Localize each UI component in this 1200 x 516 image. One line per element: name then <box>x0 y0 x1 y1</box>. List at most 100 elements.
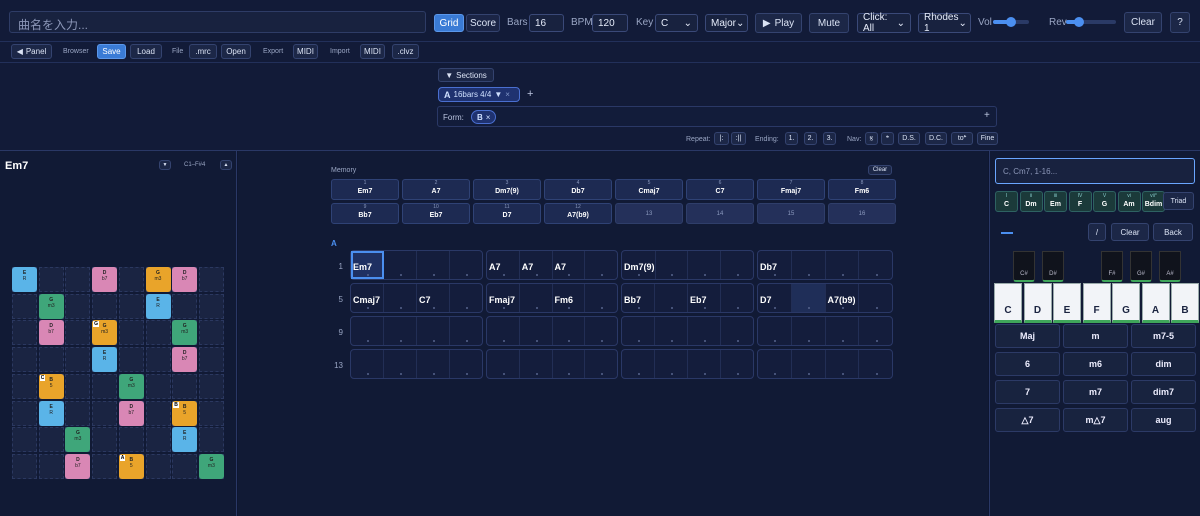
piano-black-key[interactable]: D# <box>1042 251 1064 282</box>
fret-note[interactable]: Gm3 <box>118 373 144 399</box>
fret-cell[interactable] <box>38 427 64 453</box>
coda-button[interactable]: 𝄌 <box>881 132 894 145</box>
fret-note[interactable]: ER <box>172 427 198 453</box>
beat-cell[interactable] <box>351 350 384 378</box>
fret-cell[interactable] <box>12 453 37 479</box>
beat-cell[interactable] <box>417 350 450 378</box>
memory-slot[interactable]: 16 <box>828 203 896 224</box>
measure[interactable] <box>350 349 483 379</box>
fret-cell[interactable] <box>65 293 91 319</box>
beat-cell[interactable] <box>721 284 753 312</box>
fret-cell[interactable] <box>12 320 37 346</box>
piano-black-key[interactable]: A# <box>1159 251 1181 282</box>
memory-slot[interactable]: 15 <box>757 203 825 224</box>
key-select[interactable]: C ⌄ <box>655 14 698 32</box>
octave-up-button[interactable]: ▲ <box>220 160 232 170</box>
fret-cell[interactable] <box>145 373 171 399</box>
chord-quality-button[interactable]: dim <box>1131 352 1196 376</box>
beat-cell[interactable] <box>384 350 417 378</box>
ending-1-button[interactable]: 1. <box>785 132 798 145</box>
beat-cell[interactable] <box>585 251 617 279</box>
fret-cell[interactable] <box>145 400 171 426</box>
fret-cell[interactable] <box>198 347 224 373</box>
form-chip[interactable]: B × <box>471 110 497 124</box>
fret-cell[interactable] <box>198 320 224 346</box>
memory-slot[interactable]: 11 D7 <box>473 203 541 224</box>
chord-quality-button[interactable]: aug <box>1131 408 1196 432</box>
beat-cell[interactable]: Cmaj7 <box>351 284 384 312</box>
chord-input[interactable]: C, Cm7, 1-16... <box>995 158 1195 184</box>
beat-cell[interactable] <box>758 350 792 378</box>
octave-down-button[interactable]: ▼ <box>159 160 171 170</box>
import-midi-button[interactable]: MIDI <box>360 44 385 59</box>
clear-button[interactable]: Clear <box>1124 12 1162 33</box>
memory-slot[interactable]: 8 Fm6 <box>828 179 896 200</box>
repeat-close-button[interactable]: :|| <box>731 132 746 145</box>
memory-slot[interactable]: 6 C7 <box>686 179 754 200</box>
triad-button[interactable]: Triad <box>1163 192 1194 210</box>
back-button[interactable]: Back <box>1153 223 1193 241</box>
memory-slot[interactable]: 5 Cmaj7 <box>615 179 683 200</box>
beat-cell[interactable] <box>656 251 689 279</box>
beat-cell[interactable] <box>450 317 482 345</box>
fret-note[interactable]: B5C <box>38 373 64 399</box>
piano-white-key[interactable]: G <box>1112 283 1140 323</box>
beat-cell[interactable] <box>520 284 553 312</box>
beat-cell[interactable] <box>859 350 892 378</box>
piano-white-key[interactable]: A <box>1141 283 1170 323</box>
vol-slider[interactable] <box>993 17 1029 27</box>
fret-note[interactable]: Gm3 <box>38 293 64 319</box>
grid-view-button[interactable]: Grid <box>434 14 464 32</box>
play-button[interactable]: ▶ Play <box>755 13 802 33</box>
beat-cell[interactable]: Dm7(9) <box>622 251 656 279</box>
beat-cell[interactable]: Em7 <box>351 251 384 279</box>
close-icon[interactable]: × <box>486 113 491 122</box>
caret-icon[interactable]: ▼ <box>494 90 502 99</box>
fret-cell[interactable] <box>12 347 37 373</box>
beat-cell[interactable] <box>450 251 482 279</box>
repeat-open-button[interactable]: |: <box>714 132 729 145</box>
beat-cell[interactable]: Eb7 <box>688 284 721 312</box>
fret-cell[interactable] <box>172 453 198 479</box>
measure[interactable]: A7 A7 A7 <box>486 250 618 280</box>
open-button[interactable]: Open <box>221 44 251 59</box>
chord-quality-button[interactable]: Maj <box>995 324 1060 348</box>
fret-note[interactable]: ER <box>12 267 37 292</box>
beat-cell[interactable] <box>622 350 655 378</box>
piano-white-key[interactable]: D <box>1023 283 1052 323</box>
beat-cell[interactable] <box>622 317 655 345</box>
fret-cell[interactable] <box>118 320 144 346</box>
memory-slot[interactable]: 4 Db7 <box>544 179 612 200</box>
fret-note[interactable]: B5B <box>172 400 198 426</box>
fret-cell[interactable] <box>145 320 171 346</box>
diatonic-chord-button[interactable]: ii Dm <box>1019 191 1043 212</box>
fret-cell[interactable] <box>198 267 224 292</box>
input-clear-button[interactable]: Clear <box>1111 223 1149 241</box>
chord-quality-button[interactable]: m7 <box>1063 380 1128 404</box>
rev-slider[interactable] <box>1066 17 1116 27</box>
fret-note[interactable]: ER <box>92 347 118 373</box>
beat-cell[interactable]: A7 <box>520 251 553 279</box>
beat-cell[interactable] <box>585 350 617 378</box>
beat-cell[interactable] <box>384 251 417 279</box>
beat-cell[interactable]: C7 <box>417 284 450 312</box>
beat-cell[interactable]: A7 <box>553 251 586 279</box>
to-coda-button[interactable]: to𝄌 <box>951 132 973 145</box>
fret-cell[interactable] <box>38 267 64 292</box>
dc-button[interactable]: D.C. <box>925 132 947 145</box>
measure[interactable] <box>757 316 893 346</box>
measure[interactable]: Cmaj7 C7 <box>350 283 483 313</box>
mode-select[interactable]: Major ⌄ <box>705 14 748 32</box>
chord-quality-button[interactable]: m7-5 <box>1131 324 1196 348</box>
beat-cell[interactable] <box>792 251 826 279</box>
diatonic-chord-button[interactable]: IC <box>995 191 1018 212</box>
vol-thumb[interactable] <box>1006 17 1016 27</box>
chord-quality-button[interactable]: dim7 <box>1131 380 1196 404</box>
form-add-button[interactable]: + <box>984 110 990 121</box>
slash-button[interactable]: / <box>1088 223 1106 241</box>
memory-slot[interactable]: 12 A7(b9) <box>544 203 612 224</box>
help-button[interactable]: ? <box>1170 12 1190 33</box>
beat-cell[interactable] <box>520 317 553 345</box>
fret-cell[interactable] <box>65 267 91 292</box>
memory-slot[interactable]: 1 Em7 <box>331 179 399 200</box>
